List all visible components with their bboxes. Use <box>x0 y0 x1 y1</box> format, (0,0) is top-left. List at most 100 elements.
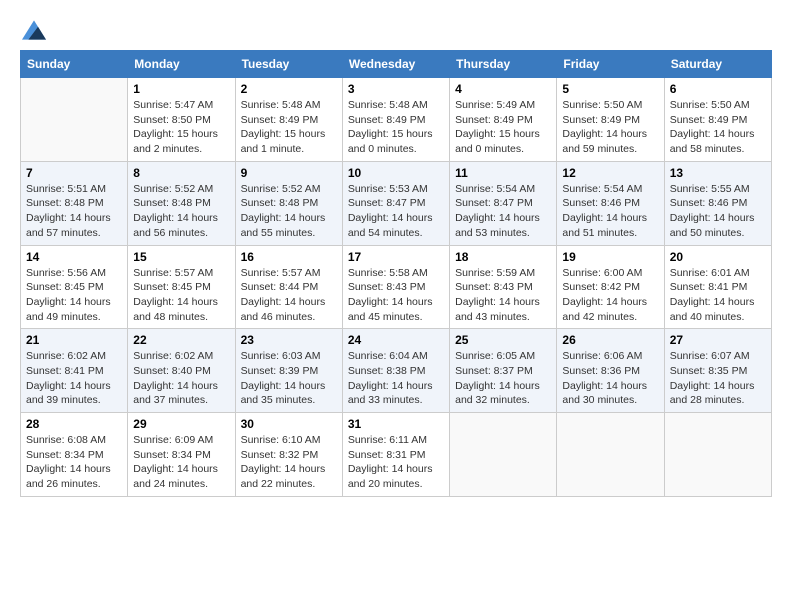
calendar-cell: 6 Sunrise: 5:50 AM Sunset: 8:49 PM Daylig… <box>664 78 771 162</box>
day-info: Sunrise: 5:55 AM Sunset: 8:46 PM Dayligh… <box>670 182 766 241</box>
day-number: 7 <box>26 166 122 180</box>
calendar-cell: 11 Sunrise: 5:54 AM Sunset: 8:47 PM Dayli… <box>450 161 557 245</box>
day-info: Sunrise: 5:50 AM Sunset: 8:49 PM Dayligh… <box>670 98 766 157</box>
calendar-header-row: SundayMondayTuesdayWednesdayThursdayFrid… <box>21 51 772 78</box>
calendar-cell: 23 Sunrise: 6:03 AM Sunset: 8:39 PM Dayli… <box>235 329 342 413</box>
day-number: 24 <box>348 333 444 347</box>
calendar-cell: 22Sunrise: 6:02 AM Sunset: 8:40 PM Dayli… <box>128 329 235 413</box>
calendar-cell: 3 Sunrise: 5:48 AM Sunset: 8:49 PM Daylig… <box>342 78 449 162</box>
calendar-cell: 14 Sunrise: 5:56 AM Sunset: 8:45 PM Dayli… <box>21 245 128 329</box>
day-info: Sunrise: 6:10 AM Sunset: 8:32 PM Dayligh… <box>241 433 337 492</box>
calendar-week-row: 14 Sunrise: 5:56 AM Sunset: 8:45 PM Dayli… <box>21 245 772 329</box>
day-info: Sunrise: 5:53 AM Sunset: 8:47 PM Dayligh… <box>348 182 444 241</box>
day-number: 6 <box>670 82 766 96</box>
day-number: 28 <box>26 417 122 431</box>
calendar-cell <box>450 413 557 497</box>
day-number: 16 <box>241 250 337 264</box>
day-info: Sunrise: 5:52 AM Sunset: 8:48 PM Dayligh… <box>241 182 337 241</box>
day-number: 1 <box>133 82 229 96</box>
logo <box>20 20 46 40</box>
day-number: 4 <box>455 82 551 96</box>
calendar-cell: 18 Sunrise: 5:59 AM Sunset: 8:43 PM Dayli… <box>450 245 557 329</box>
calendar-cell: 28 Sunrise: 6:08 AM Sunset: 8:34 PM Dayli… <box>21 413 128 497</box>
day-info: Sunrise: 5:48 AM Sunset: 8:49 PM Dayligh… <box>348 98 444 157</box>
day-info: Sunrise: 6:05 AM Sunset: 8:37 PM Dayligh… <box>455 349 551 408</box>
day-number: 26 <box>562 333 658 347</box>
day-number: 2 <box>241 82 337 96</box>
day-number: 25 <box>455 333 551 347</box>
day-info: Sunrise: 6:00 AM Sunset: 8:42 PM Dayligh… <box>562 266 658 325</box>
calendar-cell: 31 Sunrise: 6:11 AM Sunset: 8:31 PM Dayli… <box>342 413 449 497</box>
calendar-cell: 15 Sunrise: 5:57 AM Sunset: 8:45 PM Dayli… <box>128 245 235 329</box>
day-info: Sunrise: 5:56 AM Sunset: 8:45 PM Dayligh… <box>26 266 122 325</box>
day-number: 27 <box>670 333 766 347</box>
calendar-cell: 2 Sunrise: 5:48 AM Sunset: 8:49 PM Daylig… <box>235 78 342 162</box>
day-number: 14 <box>26 250 122 264</box>
calendar-week-row: 1 Sunrise: 5:47 AM Sunset: 8:50 PM Daylig… <box>21 78 772 162</box>
calendar-cell: 19 Sunrise: 6:00 AM Sunset: 8:42 PM Dayli… <box>557 245 664 329</box>
calendar-cell: 7 Sunrise: 5:51 AM Sunset: 8:48 PM Daylig… <box>21 161 128 245</box>
day-info: Sunrise: 5:59 AM Sunset: 8:43 PM Dayligh… <box>455 266 551 325</box>
calendar-cell: 21 Sunrise: 6:02 AM Sunset: 8:41 PM Dayli… <box>21 329 128 413</box>
day-number: 15 <box>133 250 229 264</box>
calendar-cell: 25 Sunrise: 6:05 AM Sunset: 8:37 PM Dayli… <box>450 329 557 413</box>
day-number: 23 <box>241 333 337 347</box>
calendar-cell <box>21 78 128 162</box>
column-header-saturday: Saturday <box>664 51 771 78</box>
page-header <box>20 20 772 40</box>
calendar-cell: 13 Sunrise: 5:55 AM Sunset: 8:46 PM Dayli… <box>664 161 771 245</box>
day-number: 17 <box>348 250 444 264</box>
day-info: Sunrise: 6:11 AM Sunset: 8:31 PM Dayligh… <box>348 433 444 492</box>
calendar-week-row: 21 Sunrise: 6:02 AM Sunset: 8:41 PM Dayli… <box>21 329 772 413</box>
logo-icon <box>22 20 46 40</box>
day-number: 20 <box>670 250 766 264</box>
day-number: 12 <box>562 166 658 180</box>
day-number: 30 <box>241 417 337 431</box>
calendar-cell: 30 Sunrise: 6:10 AM Sunset: 8:32 PM Dayli… <box>235 413 342 497</box>
day-info: Sunrise: 5:47 AM Sunset: 8:50 PM Dayligh… <box>133 98 229 157</box>
day-info: Sunrise: 5:57 AM Sunset: 8:44 PM Dayligh… <box>241 266 337 325</box>
column-header-thursday: Thursday <box>450 51 557 78</box>
day-number: 13 <box>670 166 766 180</box>
day-info: Sunrise: 5:58 AM Sunset: 8:43 PM Dayligh… <box>348 266 444 325</box>
day-info: Sunrise: 5:50 AM Sunset: 8:49 PM Dayligh… <box>562 98 658 157</box>
day-info: Sunrise: 6:02 AM Sunset: 8:41 PM Dayligh… <box>26 349 122 408</box>
calendar-cell: 4 Sunrise: 5:49 AM Sunset: 8:49 PM Daylig… <box>450 78 557 162</box>
calendar-cell: 26 Sunrise: 6:06 AM Sunset: 8:36 PM Dayli… <box>557 329 664 413</box>
calendar-week-row: 7 Sunrise: 5:51 AM Sunset: 8:48 PM Daylig… <box>21 161 772 245</box>
calendar-cell <box>664 413 771 497</box>
calendar-cell: 1 Sunrise: 5:47 AM Sunset: 8:50 PM Daylig… <box>128 78 235 162</box>
calendar-week-row: 28 Sunrise: 6:08 AM Sunset: 8:34 PM Dayli… <box>21 413 772 497</box>
calendar-cell: 24 Sunrise: 6:04 AM Sunset: 8:38 PM Dayli… <box>342 329 449 413</box>
day-number: 22 <box>133 333 229 347</box>
day-info: Sunrise: 6:07 AM Sunset: 8:35 PM Dayligh… <box>670 349 766 408</box>
day-number: 8 <box>133 166 229 180</box>
day-info: Sunrise: 6:08 AM Sunset: 8:34 PM Dayligh… <box>26 433 122 492</box>
day-info: Sunrise: 6:06 AM Sunset: 8:36 PM Dayligh… <box>562 349 658 408</box>
column-header-tuesday: Tuesday <box>235 51 342 78</box>
calendar-cell <box>557 413 664 497</box>
day-number: 18 <box>455 250 551 264</box>
day-number: 9 <box>241 166 337 180</box>
day-info: Sunrise: 5:54 AM Sunset: 8:46 PM Dayligh… <box>562 182 658 241</box>
day-number: 3 <box>348 82 444 96</box>
column-header-wednesday: Wednesday <box>342 51 449 78</box>
day-info: Sunrise: 6:03 AM Sunset: 8:39 PM Dayligh… <box>241 349 337 408</box>
day-info: Sunrise: 5:51 AM Sunset: 8:48 PM Dayligh… <box>26 182 122 241</box>
calendar-cell: 9 Sunrise: 5:52 AM Sunset: 8:48 PM Daylig… <box>235 161 342 245</box>
calendar-cell: 5Sunrise: 5:50 AM Sunset: 8:49 PM Daylig… <box>557 78 664 162</box>
calendar-cell: 8Sunrise: 5:52 AM Sunset: 8:48 PM Daylig… <box>128 161 235 245</box>
day-info: Sunrise: 5:57 AM Sunset: 8:45 PM Dayligh… <box>133 266 229 325</box>
day-number: 29 <box>133 417 229 431</box>
day-info: Sunrise: 6:04 AM Sunset: 8:38 PM Dayligh… <box>348 349 444 408</box>
day-number: 11 <box>455 166 551 180</box>
day-info: Sunrise: 5:54 AM Sunset: 8:47 PM Dayligh… <box>455 182 551 241</box>
day-number: 31 <box>348 417 444 431</box>
day-info: Sunrise: 5:49 AM Sunset: 8:49 PM Dayligh… <box>455 98 551 157</box>
day-info: Sunrise: 5:48 AM Sunset: 8:49 PM Dayligh… <box>241 98 337 157</box>
calendar-cell: 16 Sunrise: 5:57 AM Sunset: 8:44 PM Dayli… <box>235 245 342 329</box>
calendar-cell: 27 Sunrise: 6:07 AM Sunset: 8:35 PM Dayli… <box>664 329 771 413</box>
day-number: 21 <box>26 333 122 347</box>
day-number: 19 <box>562 250 658 264</box>
day-number: 10 <box>348 166 444 180</box>
